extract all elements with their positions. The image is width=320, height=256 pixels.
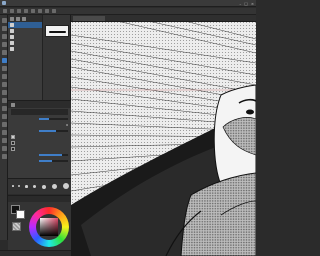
pen-icon[interactable] [1,58,7,63]
brush-preview-panel [43,15,71,100]
saturation-value-square[interactable] [40,218,58,236]
color-panel-header [8,196,71,202]
menu-bar: – □ × [0,0,256,7]
text-icon[interactable] [1,138,7,143]
brush-size-option[interactable] [33,185,37,189]
save-icon[interactable] [17,9,21,13]
deselect-icon[interactable] [52,9,56,13]
maximize-icon[interactable]: □ [244,0,248,7]
hue-ring[interactable] [29,207,69,247]
eyedropper-icon[interactable] [1,50,7,55]
move-icon[interactable] [1,18,7,23]
drawing-canvas[interactable] [71,15,256,256]
document-tab[interactable] [73,16,105,21]
brush-size-option[interactable] [63,183,69,189]
eraser-icon[interactable] [1,98,7,103]
transparent-color-swatch[interactable] [12,222,21,231]
selected-tool-name [11,109,68,115]
checkbox[interactable] [11,141,15,145]
select-icon[interactable] [1,34,7,39]
redo-icon[interactable] [31,9,35,13]
sub-color-swatch[interactable] [16,210,25,219]
brush-size-option[interactable] [18,185,20,187]
brush-swatch-icon [10,23,14,27]
command-bar [0,8,256,15]
minimize-icon[interactable]: – [239,0,241,7]
pencil-icon [16,16,20,21]
undo-icon[interactable] [24,9,28,13]
gradient-icon[interactable] [1,114,7,119]
open-file-icon[interactable] [10,9,14,13]
tool-palette [0,15,8,240]
window-controls: – □ × [239,0,256,7]
brush-size-option[interactable] [52,184,57,189]
brush-stroke-preview [45,25,69,37]
brush-size-palette [8,178,71,194]
app-logo-icon [0,0,8,7]
color-wheel-panel [8,195,71,253]
canvas-tab-bar [71,15,256,22]
clear-icon[interactable] [38,9,42,13]
fill-icon[interactable] [1,106,7,111]
checkbox[interactable] [11,135,15,139]
sub-tool-item[interactable] [8,46,42,52]
brush-size-option[interactable] [12,185,14,187]
zoom-icon[interactable] [1,26,7,31]
transform-icon[interactable] [45,9,49,13]
close-icon[interactable]: × [251,0,254,7]
brush-size-option[interactable] [42,185,46,189]
property-value: 0 [66,123,68,127]
drawing-app-window: – □ × 0 [0,0,256,256]
line-correction-icon[interactable] [1,154,7,159]
tool-property-panel: 0 [8,100,71,178]
brush-swatch-icon [10,29,14,33]
sub-tool-header [8,15,42,22]
brush-swatch-icon [10,41,14,45]
pencil-icon[interactable] [1,66,7,71]
property-row[interactable] [8,158,71,164]
eye [246,109,254,115]
checkbox[interactable] [11,147,15,151]
sub-tool-palette [8,15,43,100]
decoration-icon[interactable] [1,90,7,95]
ruler-icon[interactable] [1,130,7,135]
wrench-icon [11,102,15,107]
new-file-icon[interactable] [3,9,7,13]
pen-icon [10,16,14,21]
brush-icon[interactable] [1,74,7,79]
lasso-icon[interactable] [1,42,7,47]
figure-icon[interactable] [1,122,7,127]
tool-property-header [8,101,71,108]
brush-size-option[interactable] [25,185,28,188]
marker-icon [22,16,26,21]
brush-swatch-icon [10,35,14,39]
brush-swatch-icon [10,47,14,51]
artwork [71,15,256,256]
airbrush-icon[interactable] [1,82,7,87]
balloon-icon[interactable] [1,146,7,151]
